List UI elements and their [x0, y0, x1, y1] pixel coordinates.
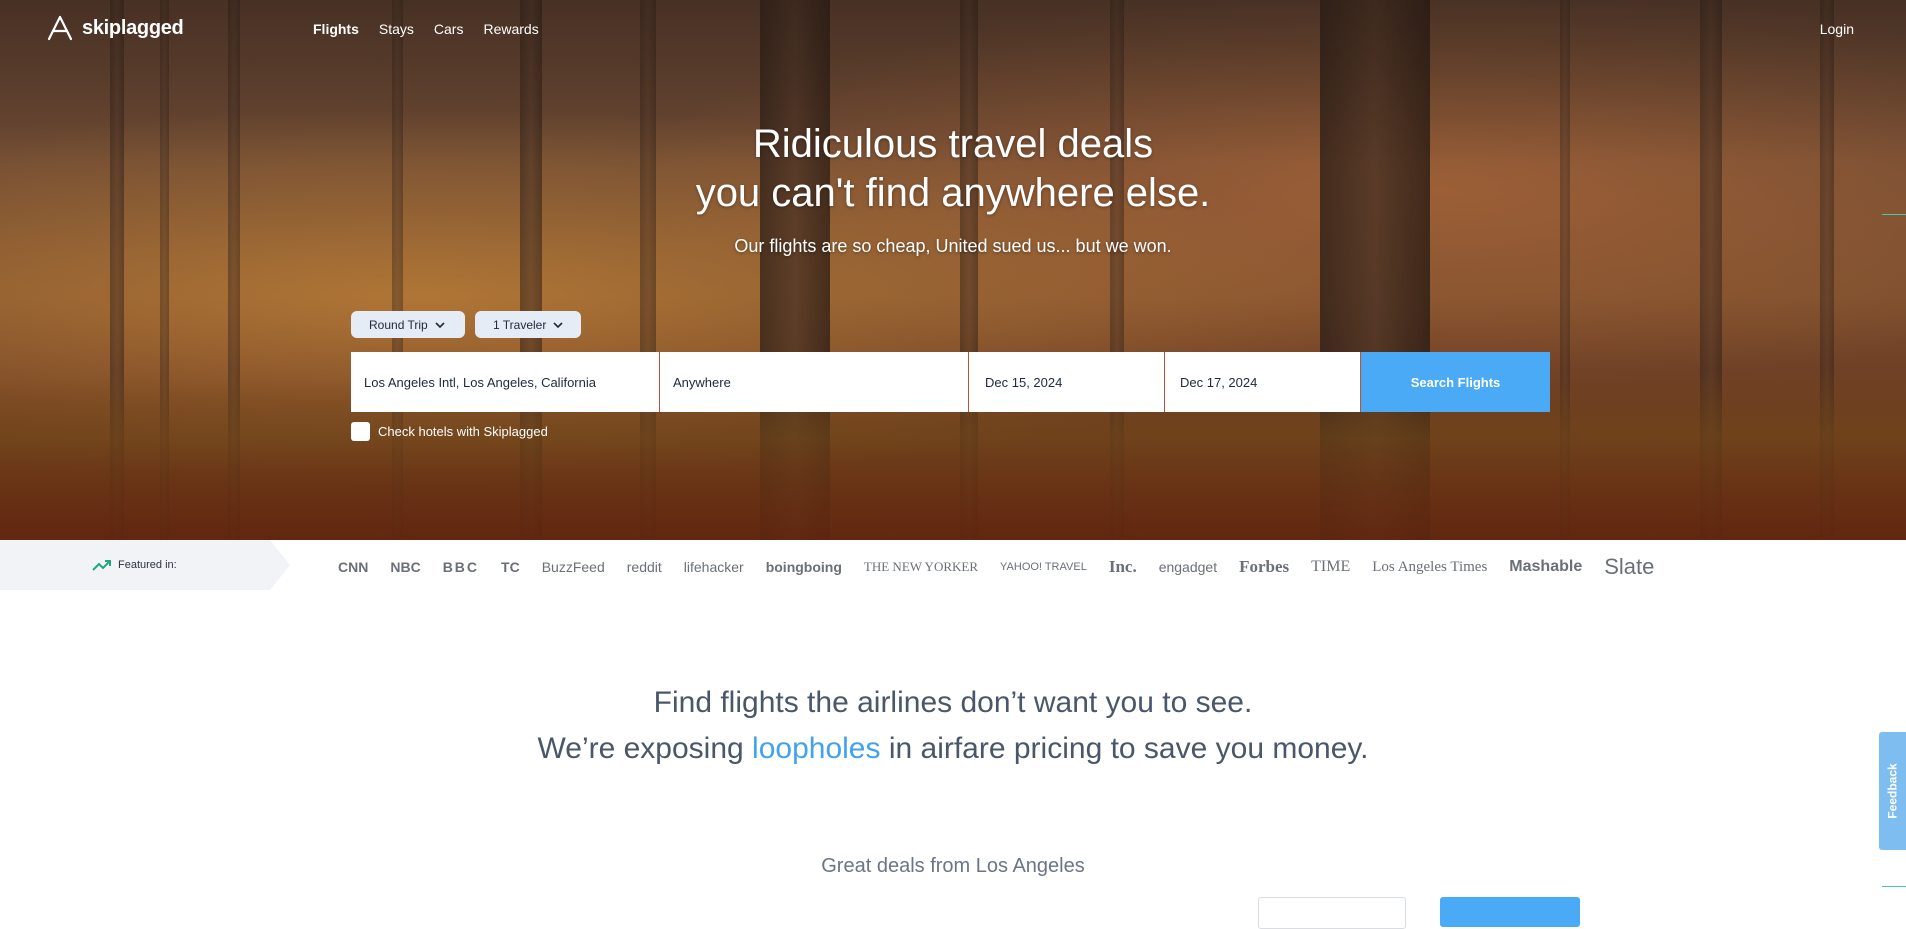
promo-line-1: Find flights the airlines don’t want you…	[653, 686, 1253, 719]
brand-name: skiplagged	[82, 16, 184, 39]
press-logo-bbc: BBC	[442, 559, 480, 575]
headline-line-1: Ridiculous travel deals	[752, 122, 1154, 166]
press-logo-cnn: CNN	[338, 559, 369, 575]
press-logo-buzzfeed: BuzzFeed	[541, 559, 605, 575]
featured-label: Featured in:	[92, 558, 177, 572]
loopholes-link[interactable]: loopholes	[752, 732, 880, 765]
promo-line-2-suffix: in airfare pricing to save you money.	[880, 732, 1369, 765]
nav-cars[interactable]: Cars	[434, 21, 464, 37]
return-date-input[interactable]: Dec 17, 2024	[1165, 352, 1361, 412]
deals-action-button[interactable]	[1440, 897, 1580, 927]
press-logos: CNN NBC BBC TC BuzzFeed reddit lifehacke…	[338, 554, 1676, 580]
hero-section	[0, 0, 1906, 540]
press-logo-inc: Inc.	[1108, 557, 1137, 576]
featured-label-text: Featured in:	[118, 559, 177, 571]
skiplagged-logo-icon	[47, 15, 73, 41]
chevron-down-icon	[553, 321, 563, 328]
hero-subheadline: Our flights are so cheap, United sued us…	[734, 236, 1172, 256]
origin-input[interactable]: Los Angeles Intl, Los Angeles, Californi…	[351, 352, 660, 412]
press-logo-techcrunch: TC	[501, 559, 520, 575]
press-logo-engadget: engadget	[1158, 559, 1218, 575]
press-logo-slate: Slate	[1604, 554, 1655, 579]
press-logo-lifehacker: lifehacker	[683, 559, 744, 575]
hotel-checkbox-row: Check hotels with Skiplagged	[351, 422, 548, 441]
press-logo-reddit: reddit	[626, 559, 662, 575]
promo-line-2: We’re exposing loopholes in airfare pric…	[0, 726, 1906, 772]
press-logo-yahoo-travel: YAHOO! TRAVEL	[1000, 561, 1087, 573]
depart-date-input[interactable]: Dec 15, 2024	[969, 352, 1165, 412]
hotel-checkbox[interactable]	[351, 422, 370, 441]
trip-type-label: Round Trip	[369, 317, 428, 332]
press-logo-new-yorker: THE NEW YORKER	[863, 559, 979, 574]
edge-indicator	[1882, 886, 1906, 887]
chevron-down-icon	[435, 321, 445, 328]
press-logo-time: TIME	[1311, 558, 1351, 575]
hero-headline: Ridiculous travel deals you can't find a…	[0, 120, 1906, 218]
press-logo-forbes: Forbes	[1239, 557, 1290, 576]
hotel-checkbox-label: Check hotels with Skiplagged	[378, 424, 548, 439]
featured-in-strip: Featured in: CNN NBC BBC TC BuzzFeed red…	[0, 540, 1906, 590]
main-nav: Flights Stays Cars Rewards	[313, 21, 559, 37]
trending-up-icon	[92, 560, 111, 571]
travelers-dropdown[interactable]: 1 Traveler	[475, 311, 581, 338]
press-logo-la-times: Los Angeles Times	[1372, 558, 1488, 575]
great-deals-heading: Great deals from Los Angeles	[821, 855, 1085, 877]
edge-indicator	[1882, 214, 1906, 215]
press-logo-mashable: Mashable	[1509, 558, 1583, 575]
top-navigation: skiplagged Flights Stays Cars Rewards Lo…	[0, 0, 1906, 58]
promo-text: Find flights the airlines don’t want you…	[0, 680, 1906, 772]
login-link[interactable]: Login	[1820, 21, 1854, 37]
feedback-label: Feedback	[1885, 763, 1900, 819]
travelers-label: 1 Traveler	[493, 317, 547, 332]
trip-type-dropdown[interactable]: Round Trip	[351, 311, 465, 338]
promo-line-2-prefix: We’re exposing	[537, 732, 753, 765]
nav-rewards[interactable]: Rewards	[483, 21, 538, 37]
headline-line-2: you can't find anywhere else.	[695, 171, 1211, 215]
press-logo-boingboing: boingboing	[765, 559, 842, 575]
feedback-tab[interactable]: Feedback	[1879, 732, 1906, 850]
hero-overlay	[0, 0, 1906, 540]
deals-origin-input[interactable]	[1258, 897, 1406, 929]
flight-search-form: Los Angeles Intl, Los Angeles, Californi…	[351, 352, 1550, 412]
nav-flights[interactable]: Flights	[313, 21, 359, 37]
nav-stays[interactable]: Stays	[379, 21, 414, 37]
press-logo-nbc: NBC	[390, 559, 421, 575]
destination-input[interactable]: Anywhere	[660, 352, 969, 412]
brand-logo[interactable]: skiplagged	[46, 15, 184, 41]
search-flights-button[interactable]: Search Flights	[1361, 352, 1550, 412]
